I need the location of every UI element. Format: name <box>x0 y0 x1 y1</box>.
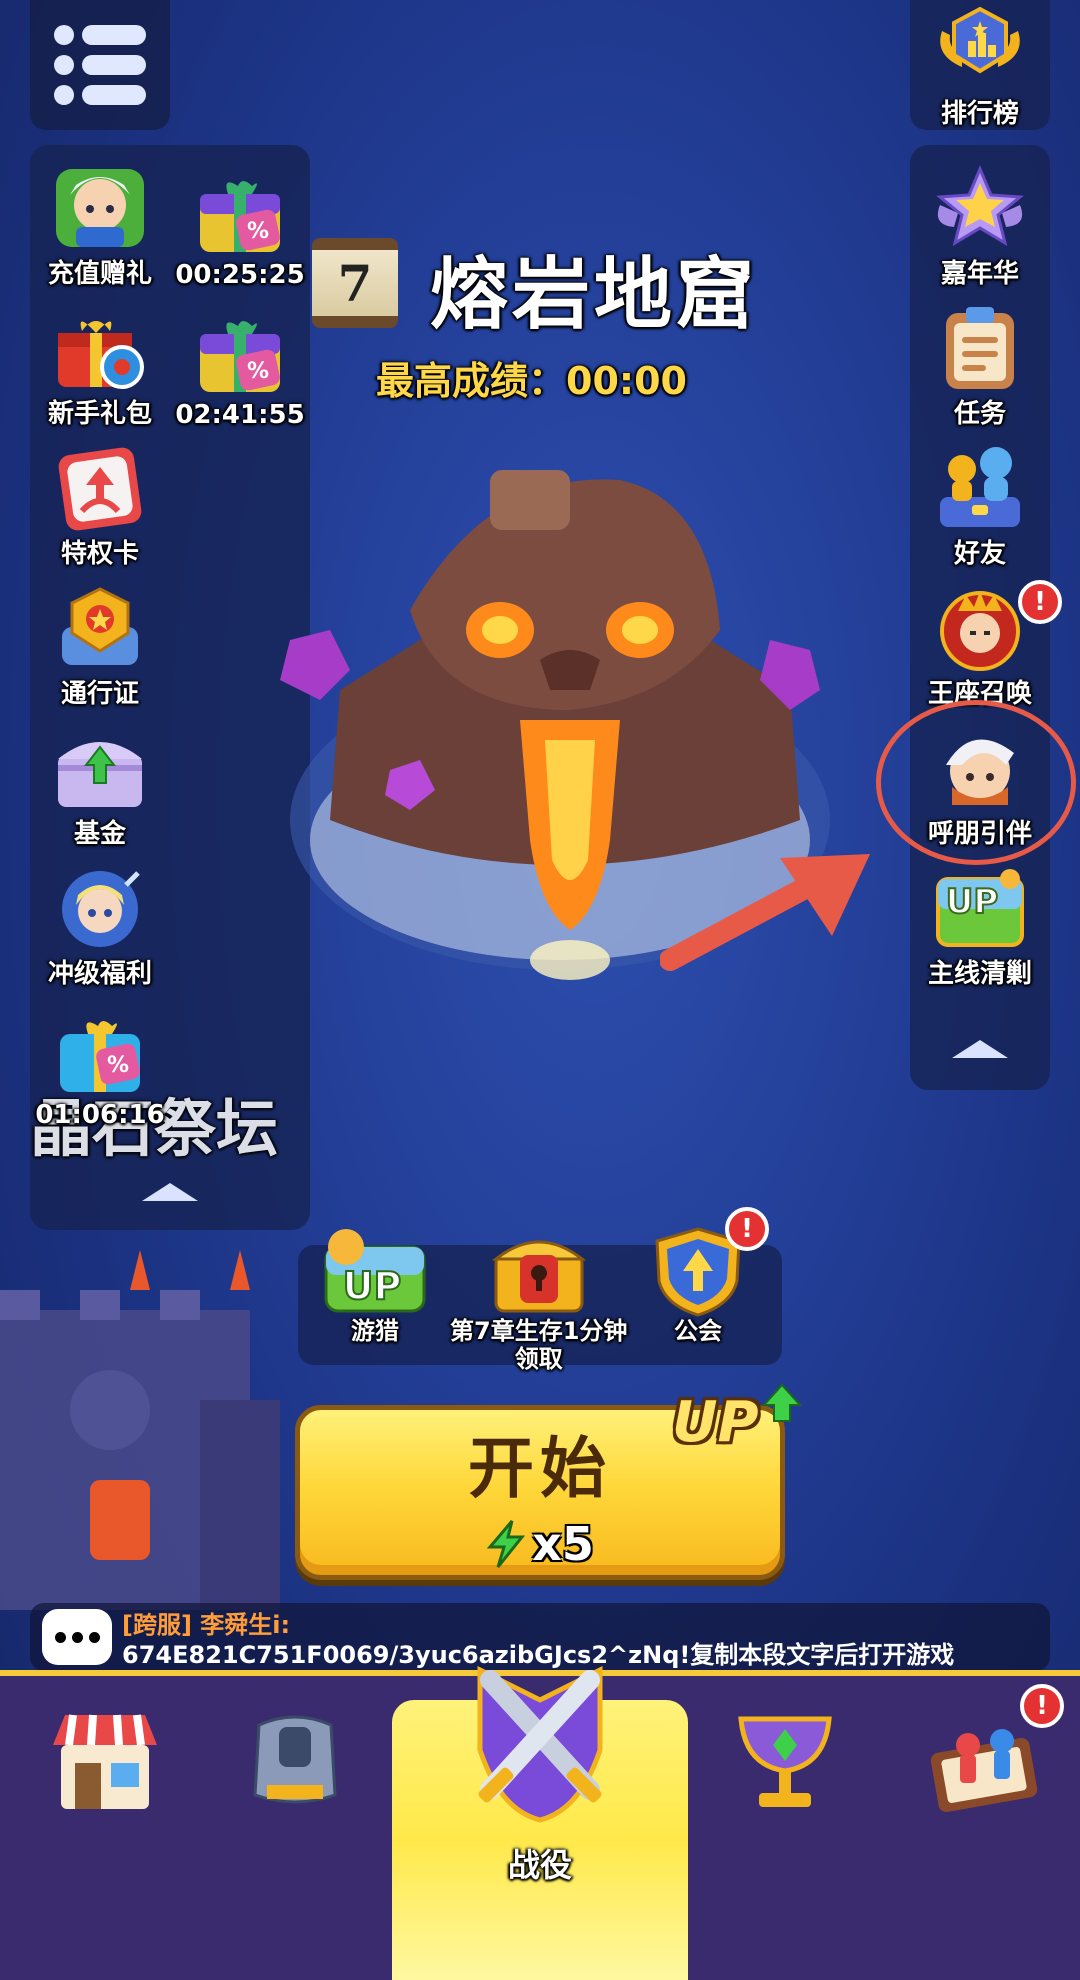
green-up-arrow-icon <box>762 1383 802 1422</box>
friends-icon <box>932 445 1028 531</box>
sidebar-item-label: 通行证 <box>60 679 139 709</box>
svg-text:UP: UP <box>343 1264 402 1308</box>
main-menu-button[interactable] <box>30 0 170 130</box>
menu-icon <box>54 25 146 105</box>
leaderboard-label: 排行榜 <box>940 99 1019 129</box>
highlight-ring <box>876 700 1076 865</box>
left-sidebar-collapse-icon[interactable] <box>142 1183 198 1201</box>
sidebar-item-label: 特权卡 <box>60 539 139 569</box>
fund-chest-icon <box>52 725 148 811</box>
sidebar-item-fund[interactable]: 基金 <box>30 720 170 850</box>
locked-chest-icon <box>484 1225 594 1317</box>
angel-hero-icon <box>52 865 148 951</box>
sidebar-item-label: 主线清剿 <box>927 959 1032 989</box>
leaderboard-button[interactable]: 排行榜 <box>910 0 1050 130</box>
svg-text:%: % <box>247 219 269 244</box>
svg-text:%: % <box>247 359 269 384</box>
tab-battle[interactable]: 战役 <box>392 1665 688 1980</box>
tab-board-game[interactable]: ! <box>910 1684 1064 1830</box>
hourglass-chapter-icon: 7 <box>312 238 398 328</box>
sidebar-item-label: 任务 <box>953 399 1006 429</box>
activity-label: 游猎 <box>351 1317 399 1345</box>
sidebar-item-battle-pass[interactable]: 通行证 <box>30 580 170 710</box>
tab-shop[interactable] <box>30 1690 180 1830</box>
energy-cost: x5 <box>532 1516 594 1571</box>
sidebar-item-level-up-benefits[interactable]: 冲级福利 <box>30 860 170 990</box>
sidebar-timer: 02:41:55 <box>175 400 305 430</box>
sidebar-item-tasks[interactable]: 任务 <box>910 300 1050 430</box>
best-score: 最高成绩：00:00 <box>376 359 687 403</box>
armor-icon <box>253 1715 337 1804</box>
sidebar-item-label: 好友 <box>953 539 1006 569</box>
chapter-number: 7 <box>337 253 373 313</box>
tab-battle-label: 战役 <box>507 1846 572 1884</box>
sidebar-item-label: 嘉年华 <box>940 259 1019 289</box>
activity-hunt[interactable]: UP 游猎 <box>320 1225 430 1345</box>
activity-label: 公会 <box>674 1317 722 1345</box>
battle-pass-badge-icon <box>52 585 148 671</box>
sidebar-item-newbie-pack[interactable]: 新手礼包 <box>30 300 170 430</box>
sidebar-item-label: 充值赠礼 <box>47 259 152 289</box>
sidebar-item-timed-gift-2[interactable]: % 02:41:55 <box>170 300 310 430</box>
sidebar-item-throne-summon[interactable]: 王座召唤 ! <box>910 580 1062 710</box>
sidebar-item-timed-gift-3[interactable]: % 01:06:16 <box>30 1000 170 1130</box>
sidebar-timer: 01:06:16 <box>35 1100 165 1130</box>
sidebar-item-label: 新手礼包 <box>47 399 152 429</box>
goblet-icon <box>738 1716 832 1807</box>
sidebar-item-label: 冲级福利 <box>47 959 152 989</box>
sidebar-timer: 00:25:25 <box>175 260 305 290</box>
castle-decoration <box>0 1250 280 1610</box>
sidebar-item-privilege-card[interactable]: 特权卡 <box>30 440 170 570</box>
svg-text:UP: UP <box>946 882 999 922</box>
notification-badge: ! <box>1018 580 1062 624</box>
discount-gift-icon: % <box>192 312 288 398</box>
tab-trophy[interactable] <box>710 1690 860 1830</box>
clipboard-icon <box>932 305 1028 391</box>
privilege-card-icon <box>52 445 148 531</box>
sidebar-item-main-sweep[interactable]: UP 主线清剿 <box>910 860 1050 990</box>
stage-title: 熔岩地窟 <box>430 250 759 340</box>
right-sidebar-collapse-icon[interactable] <box>952 1040 1008 1058</box>
sidebar-item-friends[interactable]: 好友 <box>910 440 1050 570</box>
discount-gift-icon: % <box>52 1012 148 1098</box>
discount-gift-icon: % <box>192 172 288 258</box>
crossed-swords-icon <box>477 1665 603 1823</box>
lightning-energy-icon <box>486 1519 526 1568</box>
start-label: 开始 <box>468 1429 612 1507</box>
tab-equipment[interactable] <box>220 1690 370 1830</box>
hero-portrait-icon <box>52 165 148 251</box>
activity-label: 第7章生存1分钟 领取 <box>450 1317 628 1373</box>
energy-cost-row: x5 <box>486 1517 594 1571</box>
up-landscape-icon: UP <box>932 865 1028 951</box>
activity-chapter-reward[interactable]: 第7章生存1分钟 领取 <box>450 1225 627 1373</box>
guide-arrow-icon <box>660 854 870 971</box>
sidebar-item-recharge-gift[interactable]: 充值赠礼 <box>30 160 170 290</box>
sidebar-item-carnival[interactable]: 嘉年华 <box>910 160 1050 290</box>
notification-badge: ! <box>1020 1684 1064 1728</box>
shop-icon <box>53 1714 157 1809</box>
activity-guild[interactable]: 公会 ! <box>643 1207 769 1345</box>
star-icon <box>932 165 1028 251</box>
up-tag: UP <box>672 1390 759 1455</box>
trophy-crown-icon <box>932 5 1028 91</box>
king-portrait-icon <box>932 585 1028 671</box>
chat-bubble-icon[interactable] <box>42 1609 112 1665</box>
sidebar-item-timed-gift-1[interactable]: % 00:25:25 <box>170 160 310 290</box>
red-gift-box-icon <box>52 305 148 391</box>
svg-text:%: % <box>107 1053 129 1078</box>
sidebar-item-label: 基金 <box>73 819 126 849</box>
notification-badge: ! <box>725 1207 769 1251</box>
up-hunt-icon: UP <box>320 1225 430 1317</box>
